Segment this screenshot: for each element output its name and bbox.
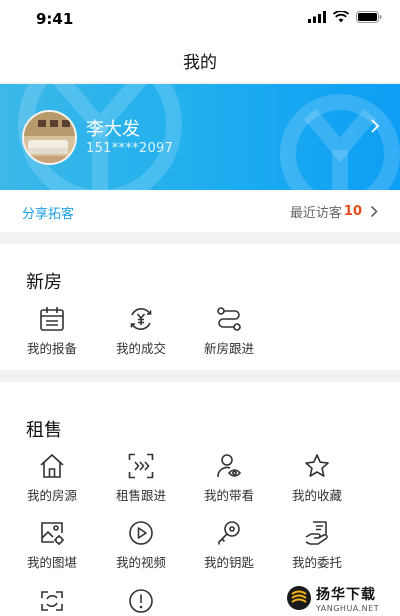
section-title: 新房: [26, 272, 62, 293]
grid-label: 我的收藏: [291, 488, 342, 503]
recent-visitors-count: 10: [343, 204, 362, 219]
watermark-logo: [287, 586, 311, 610]
grid-item-my-favorites[interactable]: 我的收藏: [272, 453, 362, 504]
battery-icon: [356, 11, 382, 23]
user-view-icon: [217, 454, 242, 478]
calendar-icon: [40, 307, 64, 331]
share-customers-link[interactable]: 分享拓客: [22, 203, 74, 222]
grid-item-my-viewings[interactable]: 我的带看: [184, 453, 274, 504]
route-icon: [217, 307, 241, 331]
alert-icon: [129, 589, 153, 613]
home-icon: [40, 453, 64, 478]
grid-item-my-videos[interactable]: 我的视频: [96, 520, 186, 571]
grid-label: 我的视频: [115, 555, 166, 570]
chevron-right-icon[interactable]: [370, 118, 380, 134]
key-icon: [218, 521, 240, 545]
grid-item-my-deals[interactable]: 我的成交: [96, 306, 186, 357]
status-bar: 9:41: [0, 0, 400, 36]
grid-item-my-listings[interactable]: 我的房源: [7, 453, 97, 504]
grid-label: 我的委托: [291, 555, 342, 570]
grid-label: 我的钥匙: [203, 555, 254, 570]
hand-doc-icon: [305, 521, 328, 545]
signal-icon: [308, 11, 326, 23]
profile-banner[interactable]: 李大发 151****2097: [0, 84, 400, 190]
play-icon: [129, 521, 153, 545]
grid-item-alert[interactable]: [96, 588, 186, 614]
image-settings-icon: [41, 522, 64, 545]
nav-bar: 我的: [0, 36, 400, 82]
grid-item-my-entrustments[interactable]: 我的委托: [272, 520, 362, 571]
recent-visitors-link[interactable]: 最近访客 10: [290, 202, 378, 221]
grid-item-my-keys[interactable]: 我的钥匙: [184, 520, 274, 571]
yuan-cycle-icon: [130, 308, 152, 330]
grid-label: 我的带看: [203, 488, 254, 503]
recent-visitors-label: 最近访客: [289, 206, 342, 221]
grid-label: 我的房源: [26, 488, 77, 503]
avatar[interactable]: [22, 110, 77, 165]
user-name: 李大发: [86, 119, 140, 140]
chevron-right-icon: [370, 205, 378, 218]
section-new-house: 新房 我的报备 我的成交 新房跟进: [0, 244, 400, 370]
status-time: 9:41: [36, 10, 74, 28]
watermark: 扬华下载 YANGHUA.NET: [282, 580, 400, 616]
star-icon: [305, 454, 329, 477]
status-icons: [308, 11, 382, 23]
scan-arrows-icon: [128, 453, 154, 479]
wifi-icon: [333, 11, 349, 23]
grid-item-my-site-photos[interactable]: 我的图堪: [7, 520, 97, 571]
section-rent-sale: 租售 我的房源 租售跟进 我的带看 我的收藏 我的图堪 我的视频 我的钥匙 我的…: [0, 382, 400, 616]
grid-item-new-house-followup[interactable]: 新房跟进: [184, 306, 274, 357]
page-title: 我的: [183, 53, 217, 73]
grid-label: 我的报备: [26, 341, 77, 356]
grid-label: 我的成交: [115, 341, 166, 356]
section-title: 租售: [26, 420, 62, 441]
watermark-url: YANGHUA.NET: [316, 603, 380, 613]
watermark-text: 扬华下载: [316, 586, 376, 603]
grid-label: 新房跟进: [203, 341, 254, 356]
grid-item-exchange[interactable]: [7, 588, 97, 614]
grid-label: 我的图堪: [26, 555, 77, 570]
grid-label: 租售跟进: [115, 488, 166, 503]
user-phone: 151****2097: [86, 141, 174, 156]
grid-item-rent-sale-followup[interactable]: 租售跟进: [96, 453, 186, 504]
grid-item-my-report[interactable]: 我的报备: [7, 306, 97, 357]
exchange-icon: [41, 591, 63, 611]
share-row: 分享拓客 最近访客 10: [0, 190, 400, 232]
